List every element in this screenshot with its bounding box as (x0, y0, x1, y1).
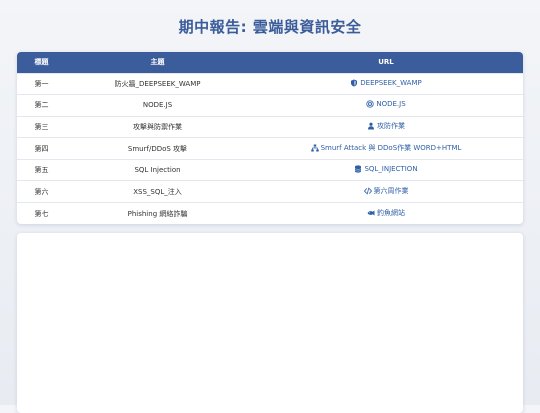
report-link[interactable]: NODE.JS (366, 100, 406, 109)
link-text: 釣魚網站 (377, 209, 405, 218)
link-text: Smurf Attack 與 DDoS作業 WORD+HTML (320, 144, 462, 153)
link-text: DEEPSEEK_WAMP (360, 78, 422, 87)
row-url-cell: 釣魚網站 (249, 203, 523, 224)
table-header: 標題 主題 URL (17, 52, 523, 73)
report-link[interactable]: Smurf Attack 與 DDoS作業 WORD+HTML (310, 143, 462, 153)
row-url-cell: 攻防作業 (249, 116, 523, 138)
row-topic: Phishing 網絡詐騙 (127, 209, 188, 218)
row-url-cell: Smurf Attack 與 DDoS作業 WORD+HTML (249, 138, 523, 160)
link-text: SQL_INJECTION (364, 165, 418, 174)
report-link[interactable]: DEEPSEEK_WAMP (350, 78, 422, 87)
row-label: 第六 (34, 187, 49, 196)
report-link[interactable]: 第六周作業 (363, 186, 409, 196)
network-icon (310, 144, 319, 152)
report-link[interactable]: SQL_INJECTION (354, 165, 418, 174)
row-label: 第一 (34, 79, 49, 88)
row-label: 第二 (34, 101, 49, 110)
target-icon (366, 100, 374, 109)
column-header-title: 標題 (34, 58, 49, 67)
row-topic: Smurf/DDoS 攻擊 (127, 144, 188, 153)
table-row: 第七 Phishing 網絡詐騙 釣魚網站 (17, 202, 523, 224)
shield-icon (350, 79, 358, 87)
database-icon (354, 165, 362, 173)
report-link[interactable]: 釣魚網站 (367, 208, 405, 218)
column-header-url: URL (378, 58, 394, 67)
table-row: 第一 防火牆_DEEPSEEK_WAMP DEEPSEEK_WAMP (17, 73, 523, 95)
row-url-cell: SQL_INJECTION (249, 159, 523, 181)
row-url-cell: NODE.JS (249, 95, 523, 117)
column-header-topic: 主題 (150, 58, 165, 67)
row-url-cell: 第六周作業 (249, 181, 523, 203)
fish-icon (367, 209, 375, 217)
reports-table-card: 標題 主題 URL 第一 防火牆_DEEPSEEK_WAMP DEEPSEEK_… (17, 52, 523, 224)
table-row: 第四 Smurf/DDoS 攻擊 Smurf Attack 與 DDoS作業 W… (17, 137, 523, 160)
row-topic: 攻擊與防禦作業 (133, 122, 182, 131)
table-row: 第六 XSS_SQL_注入 第六周作業 (17, 180, 523, 203)
row-topic: SQL Injection (134, 166, 181, 175)
table-row: 第二 NODE.JS NODE.JS (17, 94, 523, 117)
link-text: 第六周作業 (373, 187, 409, 196)
content-panel (17, 233, 523, 413)
row-label: 第五 (34, 166, 49, 175)
page-title: 期中報告: 雲端與資訊安全 (178, 18, 362, 36)
report-link[interactable]: 攻防作業 (367, 121, 405, 131)
code-icon (363, 187, 372, 195)
row-topic: XSS_SQL_注入 (133, 187, 182, 196)
table-row: 第三 攻擊與防禦作業 攻防作業 (17, 116, 523, 138)
table-body: 第一 防火牆_DEEPSEEK_WAMP DEEPSEEK_WAMP 第二 NO… (17, 73, 523, 224)
table-header-row: 標題 主題 URL (17, 52, 523, 73)
user-icon (367, 122, 375, 130)
row-topic: NODE.JS (142, 101, 173, 110)
row-label: 第七 (34, 209, 49, 218)
row-topic: 防火牆_DEEPSEEK_WAMP (114, 79, 201, 88)
row-label: 第四 (34, 144, 49, 153)
link-text: NODE.JS (376, 100, 406, 109)
reports-table: 標題 主題 URL 第一 防火牆_DEEPSEEK_WAMP DEEPSEEK_… (17, 52, 523, 224)
link-text: 攻防作業 (377, 122, 405, 131)
row-label: 第三 (34, 122, 49, 131)
row-url-cell: DEEPSEEK_WAMP (249, 73, 523, 95)
table-row: 第五 SQL Injection SQL_INJECTION (17, 159, 523, 181)
